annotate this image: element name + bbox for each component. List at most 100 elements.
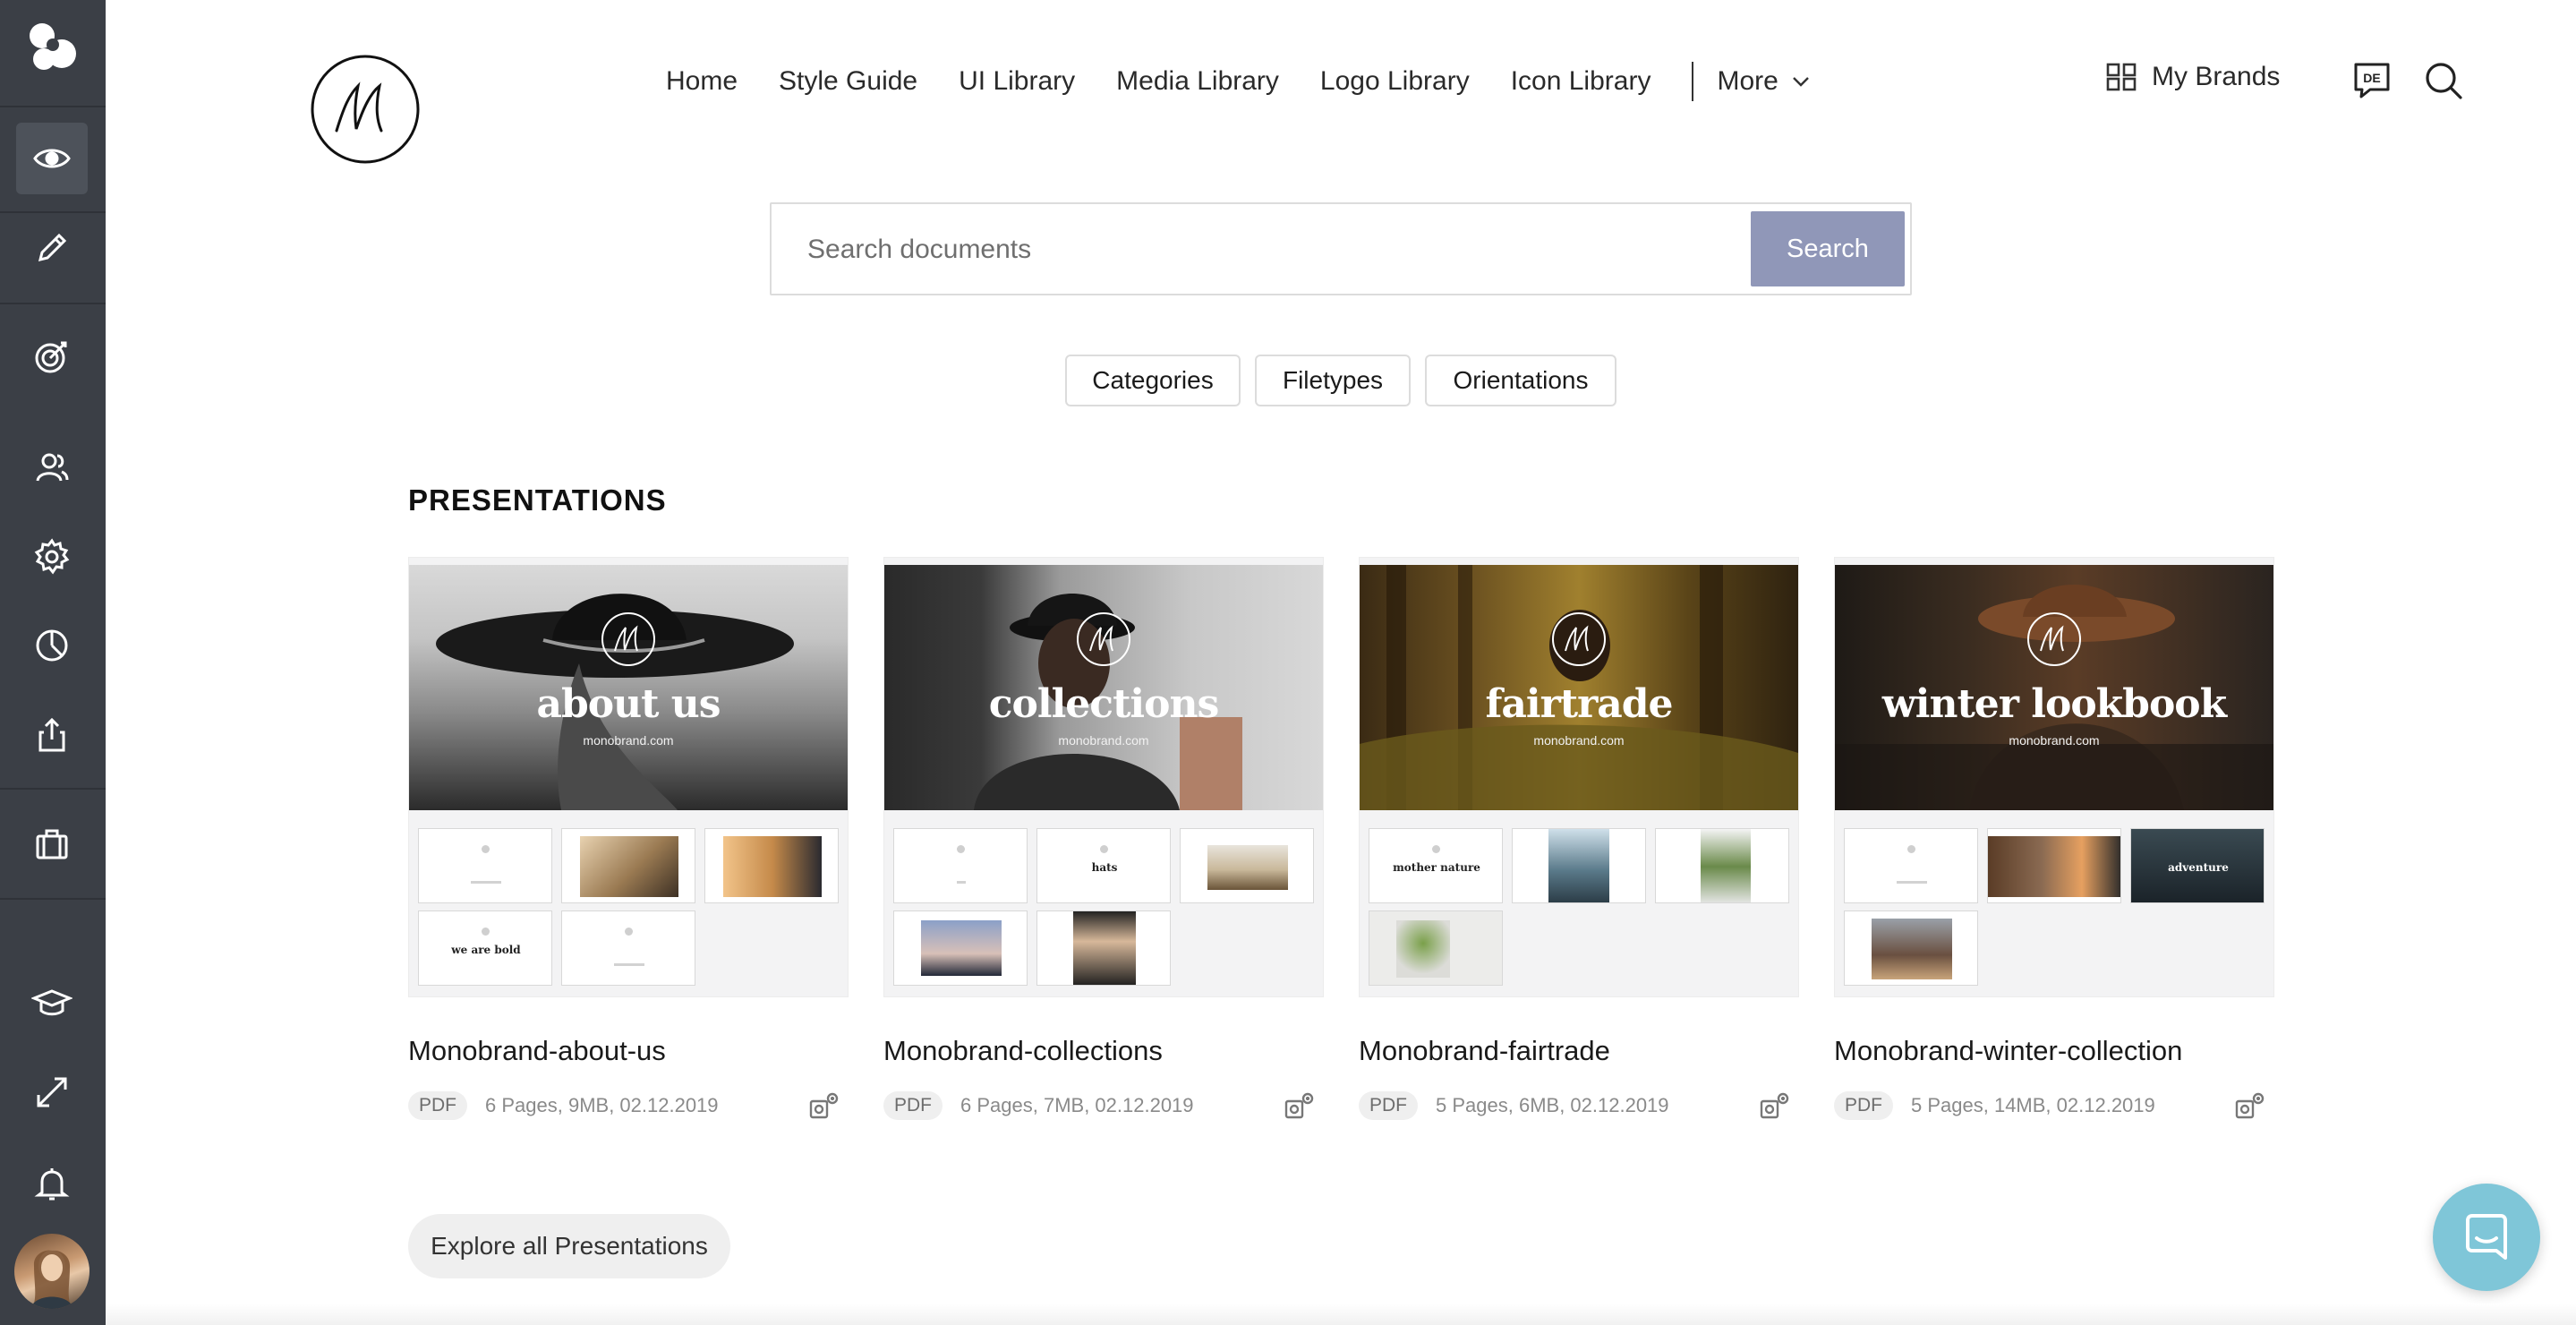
share-link-icon[interactable] — [807, 1090, 840, 1123]
cover-subtitle: monobrand.com — [1533, 733, 1625, 748]
presentation-meta: PDF 6 Pages, 7MB, 02.12.2019 — [883, 1090, 1324, 1121]
presentation-meta: PDF 6 Pages, 9MB, 02.12.2019 — [408, 1090, 849, 1121]
slide-preview — [1987, 828, 2121, 903]
sidebar-item-briefcase[interactable] — [16, 808, 88, 880]
slide-preview — [1512, 828, 1646, 903]
slide-preview — [1180, 828, 1314, 903]
presentation-card[interactable]: winter lookbook monobrand.com adventure … — [1834, 557, 2274, 1121]
nav-ui-library[interactable]: UI Library — [959, 66, 1075, 97]
page-bottom-fade — [106, 1304, 2576, 1325]
slide-preview: we are bold — [418, 910, 552, 986]
cover-title: collections — [988, 681, 1220, 727]
sidebar-item-users[interactable] — [16, 432, 88, 503]
presentation-card[interactable]: about us monobrand.com we are bold Monob… — [408, 557, 849, 1121]
cover-title: about us — [536, 681, 721, 727]
search-button[interactable]: Search — [1751, 211, 1905, 286]
filter-filetypes[interactable]: Filetypes — [1255, 355, 1411, 406]
share-link-icon[interactable] — [1283, 1090, 1315, 1123]
slide-preview — [1844, 828, 1978, 903]
search-bar: Search — [770, 202, 1912, 295]
presentation-thumbnail[interactable]: fairtrade monobrand.com mother nature — [1359, 557, 1799, 997]
slide-preview — [1655, 828, 1789, 903]
search-input[interactable] — [807, 229, 1792, 270]
presentation-card[interactable]: fairtrade monobrand.com mother nature Mo… — [1359, 557, 1799, 1121]
share-link-icon[interactable] — [2233, 1090, 2265, 1123]
section-title-presentations: PRESENTATIONS — [408, 483, 667, 517]
cover-monogram-icon — [1552, 612, 1606, 666]
expand-icon — [37, 1077, 67, 1107]
filetype-badge: PDF — [1359, 1091, 1418, 1120]
cover-subtitle: monobrand.com — [1058, 733, 1149, 748]
chat-bubble-icon — [2466, 1214, 2507, 1260]
cover-title: fairtrade — [1485, 681, 1673, 727]
slide-preview: adventure — [2130, 828, 2265, 903]
nav-logo-library[interactable]: Logo Library — [1320, 66, 1470, 97]
slide-preview — [1844, 910, 1978, 986]
presentation-details: 5 Pages, 6MB, 02.12.2019 — [1436, 1094, 1669, 1116]
presentation-title[interactable]: Monobrand-collections — [883, 1035, 1324, 1067]
cover-monogram-icon — [601, 612, 655, 666]
sidebar-item-preview[interactable] — [16, 123, 88, 194]
sidebar-divider — [0, 788, 106, 790]
presentation-details: 6 Pages, 7MB, 02.12.2019 — [960, 1094, 1194, 1116]
user-avatar[interactable] — [14, 1234, 90, 1309]
cover-monogram-icon — [2027, 612, 2081, 666]
presentation-thumbnail[interactable]: about us monobrand.com we are bold — [408, 557, 849, 997]
presentation-meta: PDF 5 Pages, 6MB, 02.12.2019 — [1359, 1090, 1799, 1121]
filter-orientations[interactable]: Orientations — [1425, 355, 1616, 406]
sidebar-item-edit[interactable] — [16, 212, 88, 284]
nav-divider — [1692, 62, 1694, 101]
explore-all-presentations-button[interactable]: Explore all Presentations — [408, 1214, 730, 1278]
presentation-details: 5 Pages, 14MB, 02.12.2019 — [1911, 1094, 2155, 1116]
sidebar-item-share[interactable] — [16, 699, 88, 771]
language-chat-icon[interactable]: DE — [2350, 59, 2393, 102]
sidebar-item-notifications[interactable] — [16, 1148, 88, 1219]
filter-categories[interactable]: Categories — [1065, 355, 1241, 406]
filetype-badge: PDF — [1834, 1091, 1893, 1120]
slide-preview — [893, 910, 1028, 986]
presentation-title[interactable]: Monobrand-winter-collection — [1834, 1035, 2274, 1067]
nav-home[interactable]: Home — [666, 66, 738, 97]
brand-logo[interactable] — [310, 54, 421, 165]
share-link-icon[interactable] — [1758, 1090, 1790, 1123]
app-sidebar — [0, 0, 106, 1325]
sidebar-divider — [0, 898, 106, 900]
slide-preview — [418, 828, 552, 903]
sidebar-divider — [0, 303, 106, 304]
nav-icon-library[interactable]: Icon Library — [1511, 66, 1651, 97]
presentation-meta: PDF 5 Pages, 14MB, 02.12.2019 — [1834, 1090, 2274, 1121]
nav-media-library[interactable]: Media Library — [1116, 66, 1279, 97]
bell-icon — [34, 1168, 70, 1201]
share-icon — [38, 717, 65, 752]
cover-subtitle: monobrand.com — [583, 733, 674, 748]
presentation-title[interactable]: Monobrand-about-us — [408, 1035, 849, 1067]
presentation-title[interactable]: Monobrand-fairtrade — [1359, 1035, 1799, 1067]
presentation-thumbnail[interactable]: collections monobrand.com hats — [883, 557, 1324, 997]
filetype-badge: PDF — [883, 1091, 943, 1120]
eye-icon — [33, 149, 71, 168]
filetype-badge: PDF — [408, 1091, 467, 1120]
cover-monogram-icon — [1077, 612, 1130, 666]
filter-bar: Categories Filetypes Orientations — [0, 355, 2576, 406]
chat-widget-button[interactable] — [2433, 1184, 2540, 1291]
my-brands-button[interactable]: My Brands — [2105, 61, 2280, 93]
search-icon[interactable] — [2422, 59, 2465, 102]
sidebar-item-academy[interactable] — [16, 967, 88, 1039]
nav-more-dropdown[interactable]: More — [1717, 66, 1810, 97]
sidebar-item-analytics[interactable] — [16, 610, 88, 681]
nav-style-guide[interactable]: Style Guide — [779, 66, 917, 97]
presentation-details: 6 Pages, 9MB, 02.12.2019 — [485, 1094, 719, 1116]
slide-preview — [1369, 910, 1503, 986]
briefcase-icon — [36, 829, 68, 859]
sidebar-item-settings[interactable] — [16, 521, 88, 593]
presentation-card[interactable]: collections monobrand.com hats Monobrand… — [883, 557, 1324, 1121]
pie-chart-icon — [36, 629, 68, 662]
graduation-cap-icon — [31, 989, 73, 1016]
chevron-down-icon — [1792, 77, 1809, 87]
sidebar-item-expand[interactable] — [16, 1056, 88, 1128]
presentation-thumbnail[interactable]: winter lookbook monobrand.com adventure — [1834, 557, 2274, 997]
sidebar-divider — [0, 106, 106, 107]
my-brands-label: My Brands — [2152, 62, 2281, 91]
app-logo-icon[interactable] — [22, 18, 83, 79]
top-navigation: Home Style Guide UI Library Media Librar… — [666, 59, 1811, 104]
